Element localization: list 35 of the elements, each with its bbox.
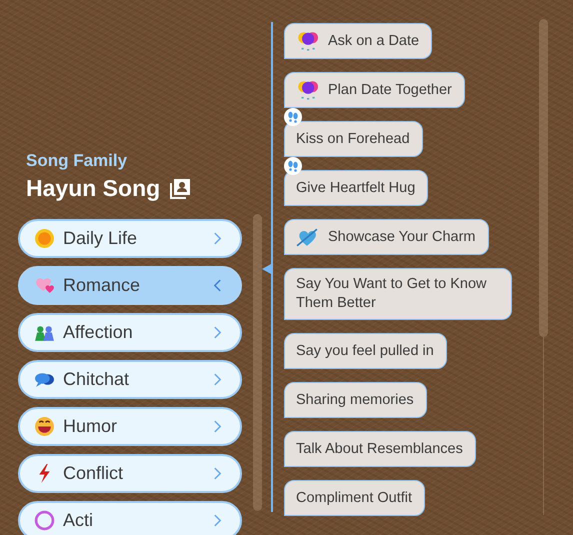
action-button[interactable]: Talk About Resemblances [284, 431, 476, 467]
ring-icon [34, 510, 55, 531]
balloons-icon [296, 30, 318, 52]
category-button[interactable]: Chitchat [18, 360, 242, 399]
action-button[interactable]: Say you feel pulled in [284, 333, 447, 369]
chevron-right-icon [213, 420, 222, 433]
action-button[interactable]: Ask on a Date [284, 23, 432, 59]
action-button[interactable]: Give Heartfelt Hug [284, 170, 428, 206]
contact-card-icon [168, 176, 192, 200]
category-button[interactable]: Daily Life [18, 219, 242, 258]
family-name: Song Family [26, 151, 128, 171]
category-button[interactable]: Romance [18, 266, 242, 305]
chevron-right-icon [213, 373, 222, 386]
action-button[interactable]: Compliment Outfit [284, 480, 426, 516]
scrollbar[interactable] [539, 19, 548, 337]
action-button[interactable]: Showcase Your Charm [284, 219, 488, 255]
category-button[interactable]: Conflict [18, 454, 242, 493]
action-button[interactable]: Plan Date Together [284, 72, 465, 108]
balloons-icon [296, 79, 318, 101]
sun-icon [34, 228, 55, 249]
character-name: Hayun Song [26, 175, 160, 202]
category-button[interactable]: Affection [18, 313, 242, 352]
grinning-face-icon [34, 416, 55, 437]
chevron-right-icon [213, 467, 222, 480]
chevron-right-icon [213, 514, 222, 527]
category-button[interactable]: Humor [18, 407, 242, 446]
action-button[interactable]: Kiss on Forehead [284, 121, 423, 157]
chevron-right-icon [213, 232, 222, 245]
category-button[interactable]: Acti [18, 501, 242, 535]
heart-arrow-icon [296, 226, 318, 248]
action-button[interactable]: Say You Want to Get to Know Them Better [284, 268, 512, 320]
chevron-right-icon [213, 326, 222, 339]
action-button[interactable]: Sharing memories [284, 382, 427, 418]
chevron-left-icon [213, 279, 222, 292]
scrollbar[interactable] [253, 214, 262, 511]
